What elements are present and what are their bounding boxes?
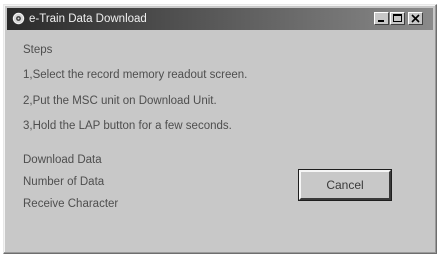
download-dialog: e-Train Data Download Steps 1,Select the… [3,4,437,254]
maximize-icon [393,14,402,22]
title-bar[interactable]: e-Train Data Download [7,8,433,30]
download-data-label: Download Data [23,154,102,166]
minimize-button[interactable] [374,12,389,25]
app-gear-icon[interactable] [12,12,25,25]
cancel-button[interactable]: Cancel [298,169,392,201]
maximize-button[interactable] [390,12,405,25]
close-icon [411,14,420,23]
step-3: 3,Hold the LAP button for a few seconds. [23,120,232,132]
minimize-icon [378,20,384,22]
step-2: 2,Put the MSC unit on Download Unit. [23,95,217,107]
number-of-data-label: Number of Data [23,176,105,188]
receive-character-label: Receive Character [23,198,119,210]
close-button[interactable] [408,12,423,25]
steps-heading: Steps [23,44,53,56]
window-title: e-Train Data Download [29,13,147,25]
step-1: 1,Select the record memory readout scree… [23,69,248,81]
